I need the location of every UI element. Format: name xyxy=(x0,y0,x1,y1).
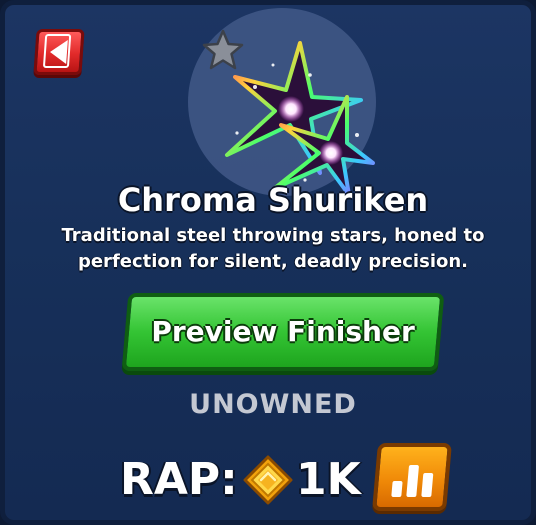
ownership-status: UNOWNED xyxy=(189,389,357,420)
star-icon xyxy=(202,29,244,70)
item-panel: Chroma Shuriken Traditional steel throwi… xyxy=(0,0,536,525)
item-name: Chroma Shuriken xyxy=(117,181,429,219)
bar-chart-icon xyxy=(391,465,434,497)
rap-chart-button[interactable] xyxy=(372,443,452,511)
item-description: Traditional steel throwing stars, honed … xyxy=(61,225,485,272)
preview-finisher-button[interactable]: Preview Finisher xyxy=(121,293,445,371)
shuriken-icon xyxy=(188,8,376,197)
rap-value: 1K xyxy=(296,454,361,505)
coin-icon xyxy=(243,455,293,505)
preview-finisher-label: Preview Finisher xyxy=(151,315,415,348)
rap-label: RAP: xyxy=(120,454,238,505)
